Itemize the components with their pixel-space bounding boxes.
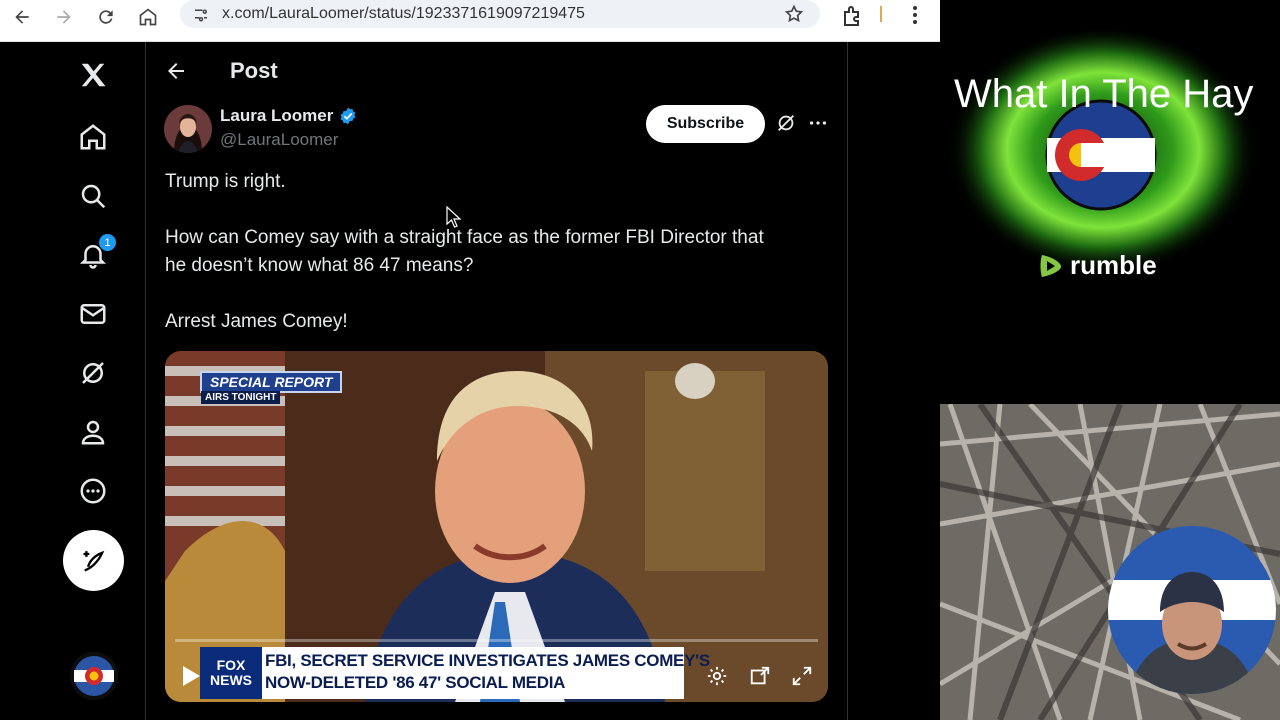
author-name-text[interactable]: Laura Loomer (220, 106, 333, 126)
rumble-wordmark: rumble (1070, 250, 1157, 280)
home-nav-icon[interactable] (76, 120, 110, 154)
home-button[interactable] (128, 2, 168, 32)
site-info-icon[interactable] (192, 5, 210, 23)
facecam-circle (1108, 526, 1276, 694)
forward-button[interactable] (44, 2, 84, 32)
volume-icon[interactable] (663, 665, 685, 687)
post-text-line: Arrest James Comey! (165, 311, 348, 332)
reload-button[interactable] (86, 2, 126, 32)
x-logo-icon[interactable] (76, 58, 110, 92)
x-app: 1 Post Laura Loomer @LauraLoomer Subscri… (0, 42, 940, 720)
notifications-bell-icon[interactable]: 1 (76, 234, 116, 272)
explore-search-icon[interactable] (76, 179, 110, 213)
messages-envelope-icon[interactable] (76, 297, 110, 331)
address-url[interactable]: x.com/LauraLoomer/status/192337161909721… (222, 5, 585, 23)
more-options-circle-icon[interactable] (76, 474, 110, 508)
fox-logo-line1: FOX (216, 657, 246, 673)
grok-nav-icon[interactable] (76, 356, 110, 390)
mouse-cursor-icon (446, 206, 462, 228)
kebab-menu-icon[interactable] (903, 3, 927, 27)
webcam-background (940, 404, 1280, 720)
video-progress-bar[interactable] (175, 639, 818, 642)
post-header: Post (146, 42, 848, 100)
notifications-badge: 1 (99, 234, 116, 251)
profile-person-icon[interactable] (76, 415, 110, 449)
post-text-line: How can Comey say with a straight face a… (165, 227, 764, 248)
post-text-line: he doesn’t know what 86 47 means? (165, 255, 474, 276)
grok-explain-icon[interactable] (775, 112, 797, 134)
extensions-icon[interactable] (840, 4, 864, 28)
fox-logo-line2: NEWS (210, 672, 252, 688)
picture-in-picture-icon[interactable] (749, 665, 771, 687)
more-horizontal-icon[interactable] (807, 112, 829, 134)
post-text: Trump is right. How can Comey say with a… (165, 168, 825, 336)
arrow-left-icon (15, 10, 29, 24)
fullscreen-icon[interactable] (791, 665, 813, 687)
video-time: 0:00 / 1:01 (563, 666, 639, 683)
author-handle[interactable]: @LauraLoomer (220, 130, 338, 150)
subscribe-button[interactable]: Subscribe (646, 105, 765, 143)
toolbar-divider (880, 6, 882, 22)
settings-gear-icon[interactable] (706, 665, 728, 687)
headline-line2: NOW-DELETED '86 47' SOCIAL MEDIA (265, 673, 566, 692)
reload-icon (99, 10, 113, 24)
arrow-right-icon (57, 10, 71, 24)
back-arrow-icon[interactable] (164, 59, 188, 83)
home-icon (139, 8, 157, 26)
headline-line1: FBI, SECRET SERVICE INVESTIGATES JAMES C… (265, 651, 710, 670)
feather-plus-icon (83, 550, 104, 571)
play-icon[interactable] (181, 665, 201, 687)
author-name[interactable]: Laura Loomer (220, 106, 358, 126)
page-title: Post (230, 58, 278, 83)
streamer-face (1108, 526, 1276, 694)
left-navigation: 1 (0, 42, 146, 720)
compose-post-button[interactable] (63, 530, 124, 591)
fox-news-logo: FOX NEWS (200, 647, 262, 699)
account-avatar[interactable] (70, 652, 118, 700)
stream-title: What In The Hay (954, 72, 1254, 116)
post-text-line: Trump is right. (165, 171, 286, 192)
video-player[interactable]: SPECIAL REPORT AIRS TONIGHT FOX NEWS FBI… (165, 351, 828, 702)
bookmark-star-icon[interactable] (784, 4, 804, 24)
verified-badge-icon[interactable] (338, 106, 358, 126)
post-detail-column: Post Laura Loomer @LauraLoomer Subscribe… (146, 42, 848, 720)
browser-toolbar: x.com/LauraLoomer/status/192337161909721… (0, 0, 940, 42)
author-avatar[interactable] (164, 105, 212, 153)
special-report-banner: SPECIAL REPORT (200, 371, 343, 393)
rumble-play-icon (1040, 255, 1062, 277)
address-bar[interactable]: x.com/LauraLoomer/status/192337161909721… (180, 0, 820, 28)
back-button[interactable] (2, 2, 42, 32)
airs-tonight-label: AIRS TONIGHT (201, 391, 281, 404)
